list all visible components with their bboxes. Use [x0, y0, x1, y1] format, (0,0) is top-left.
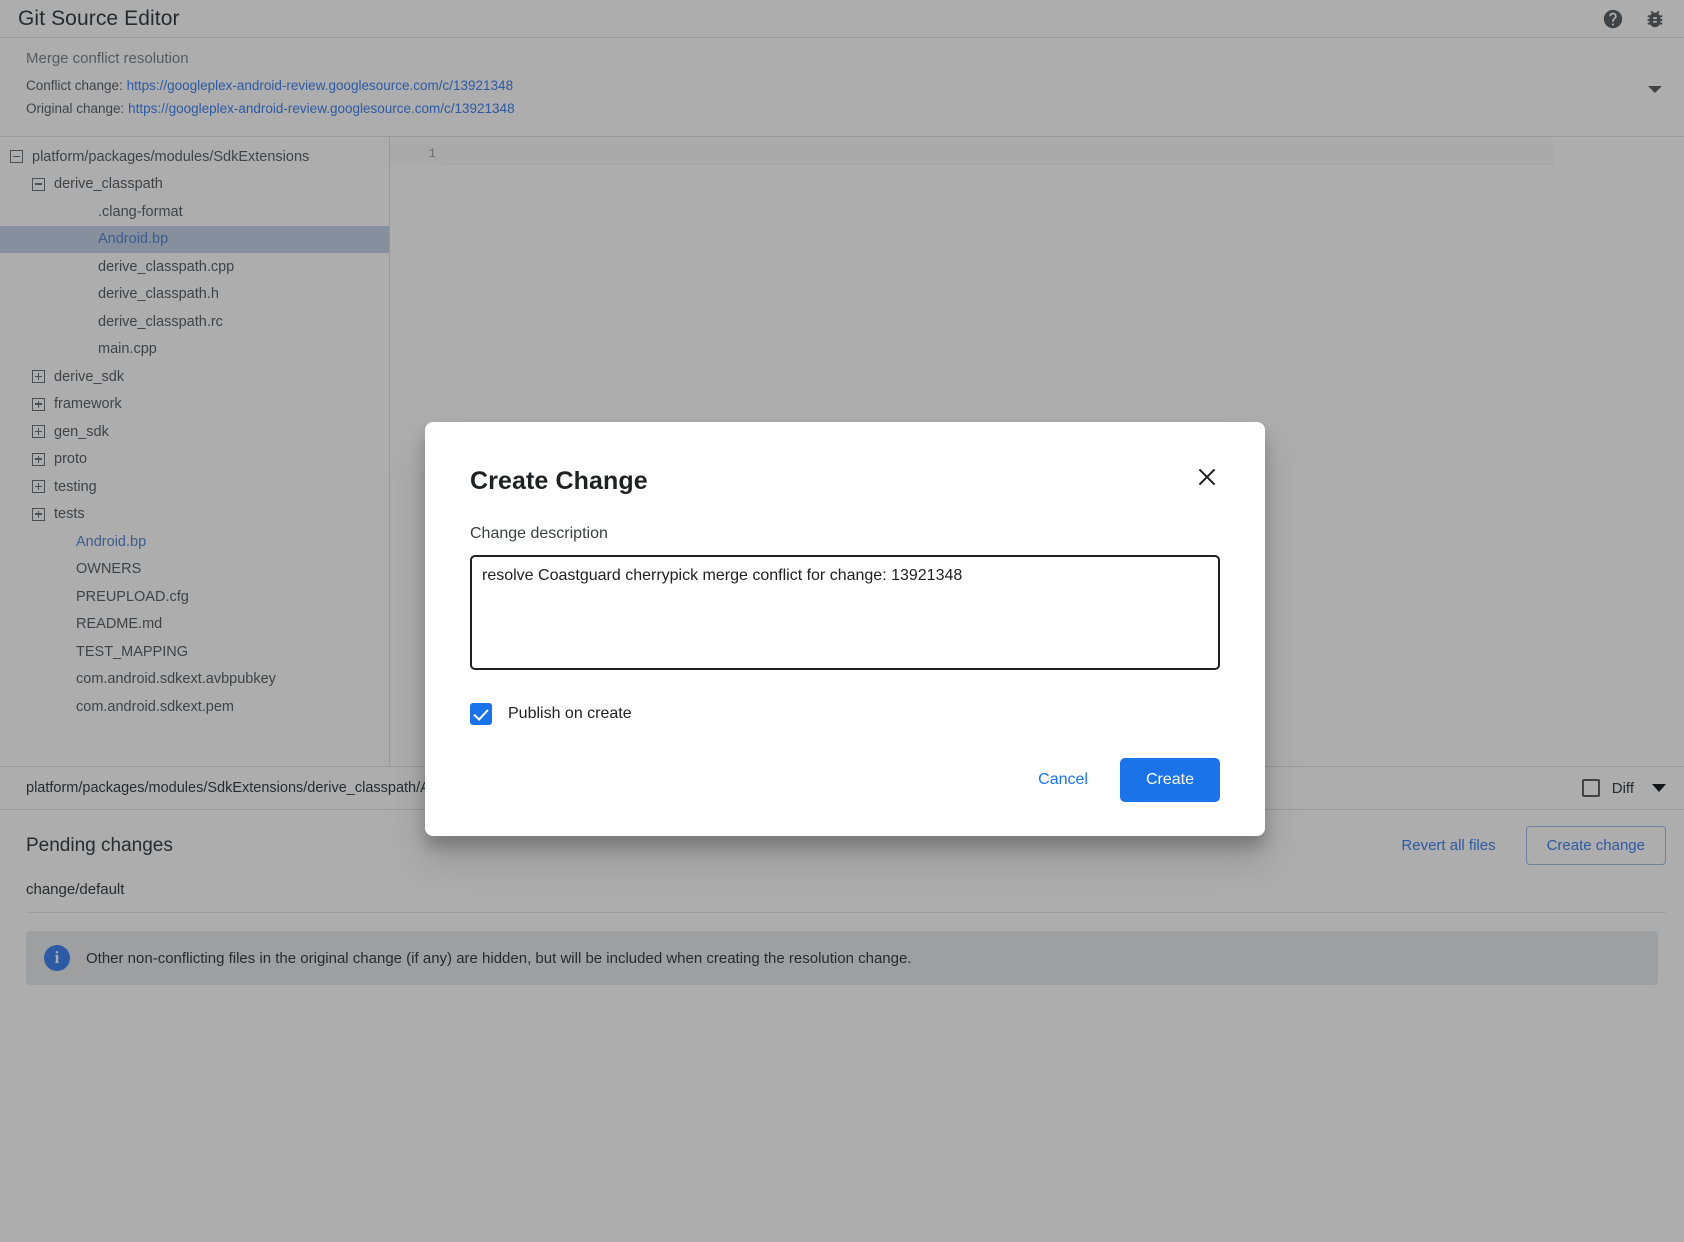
publish-on-create-label: Publish on create — [508, 705, 632, 723]
cancel-button[interactable]: Cancel — [1022, 760, 1104, 800]
dialog-title: Create Change — [470, 467, 1220, 496]
publish-on-create-checkbox[interactable] — [470, 703, 492, 725]
dialog-footer: Cancel Create — [470, 758, 1220, 802]
create-change-dialog: Create Change Change description Publish… — [425, 422, 1265, 836]
close-icon[interactable] — [1194, 464, 1220, 490]
change-description-input[interactable] — [470, 555, 1220, 670]
create-button[interactable]: Create — [1120, 758, 1220, 802]
publish-on-create-row: Publish on create — [470, 703, 1220, 725]
change-description-label: Change description — [470, 525, 1220, 543]
